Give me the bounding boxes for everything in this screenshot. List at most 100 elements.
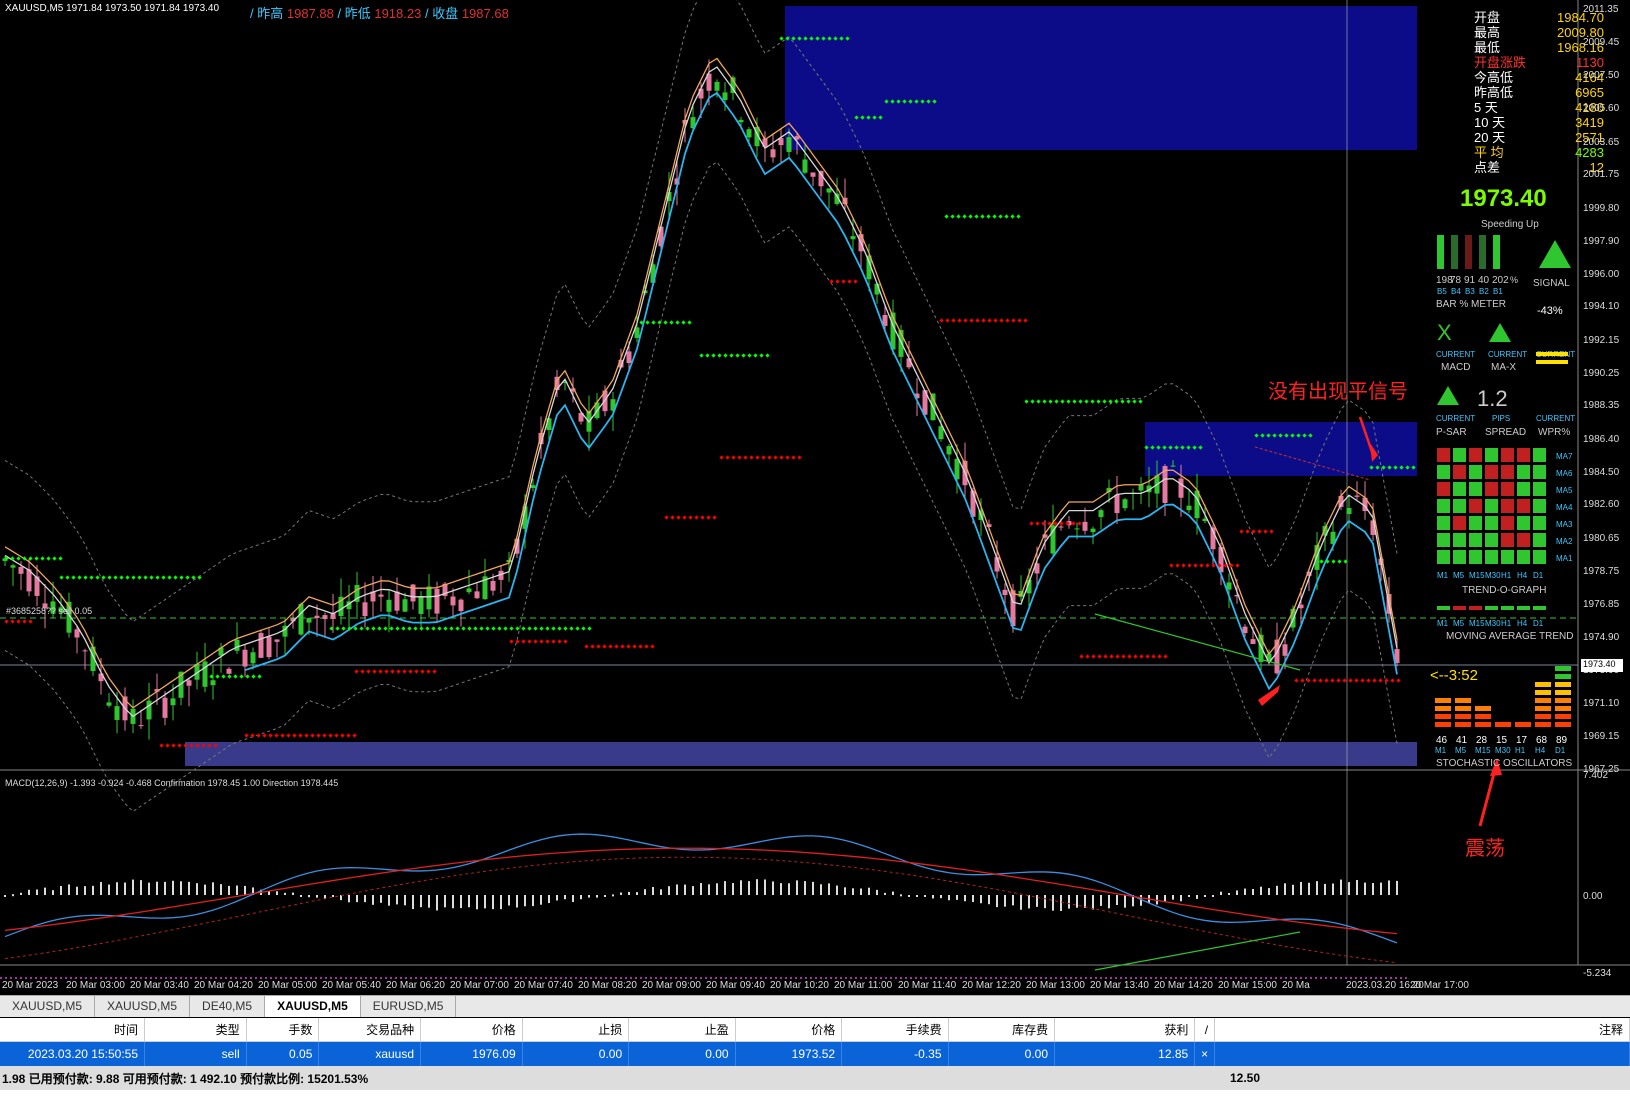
- bar-meter-label: B5: [1437, 287, 1447, 296]
- macd-histogram-bar: [508, 895, 510, 906]
- sr-dot: [46, 556, 51, 561]
- sr-dot: [420, 669, 425, 674]
- price-tick: 1990.25: [1583, 367, 1620, 379]
- macd-histogram-bar: [620, 892, 622, 895]
- chart-tab[interactable]: XAUUSD,M5: [0, 996, 96, 1017]
- macd-histogram-bar: [196, 883, 198, 895]
- sr-dot: [389, 626, 394, 631]
- macd-histogram-bar: [1388, 880, 1390, 895]
- macd-histogram-bar: [188, 881, 190, 895]
- macd-histogram-bar: [332, 895, 334, 897]
- table-header-cell[interactable]: 时间: [0, 1018, 146, 1041]
- sr-dot: [664, 515, 669, 520]
- candle-body: [698, 88, 704, 99]
- macd-label: MACD: [1441, 362, 1470, 373]
- table-header-cell[interactable]: 交易品种: [319, 1018, 422, 1041]
- sr-dot: [1005, 318, 1010, 323]
- trend-cell: [1469, 499, 1482, 513]
- sr-dot: [425, 626, 430, 631]
- chart-window[interactable]: Speeding Up 198 B5 78 B4 91 B3 40 B2 202 B1% BAR % …: [0, 0, 1630, 995]
- macd-histogram-bar: [860, 888, 862, 895]
- table-cell[interactable]: ×: [1195, 1042, 1216, 1066]
- sr-dot: [304, 733, 309, 738]
- pips-current-label: CURRENT: [1536, 414, 1575, 423]
- signal-label: SIGNAL: [1533, 278, 1570, 289]
- trend-cell: [1501, 482, 1514, 496]
- chart-tab[interactable]: XAUUSD,M5: [95, 996, 191, 1017]
- sr-dot: [316, 733, 321, 738]
- macd-histogram-bar: [1068, 895, 1070, 909]
- table-header-cell[interactable]: 止损: [523, 1018, 630, 1041]
- table-cell: 2023.03.20 15:50:55: [0, 1042, 145, 1066]
- macd-histogram-bar: [980, 895, 982, 904]
- macd-histogram-bar: [1204, 895, 1206, 897]
- stat-key: 最高: [1474, 25, 1501, 40]
- macd-histogram-bar: [516, 895, 518, 908]
- table-header-cell[interactable]: 手数: [247, 1018, 320, 1041]
- macd-histogram-bar: [1372, 883, 1374, 895]
- stoch-bar: [1475, 706, 1491, 711]
- sr-dot: [125, 575, 130, 580]
- table-header-cell[interactable]: 止盈: [629, 1018, 736, 1041]
- sr-dot: [262, 733, 267, 738]
- table-header-cell[interactable]: 价格: [421, 1018, 523, 1041]
- candle-body: [426, 586, 432, 610]
- bar-meter-bar: [1493, 235, 1500, 269]
- ma-label: MA2: [1556, 537, 1573, 546]
- macd-histogram-bar: [1124, 895, 1126, 908]
- stoch-bar: [1535, 714, 1551, 719]
- trend-cell: [1501, 465, 1514, 479]
- table-header-cell[interactable]: 库存费: [949, 1018, 1056, 1041]
- trend-cell: [1485, 448, 1498, 462]
- sr-dot: [670, 515, 675, 520]
- chart-tab[interactable]: EURUSD,M5: [361, 996, 457, 1017]
- table-header-cell[interactable]: 手续费: [842, 1018, 949, 1041]
- table-header-cell[interactable]: /: [1195, 1018, 1216, 1041]
- macd-divergence-line: [1094, 931, 1301, 971]
- ma-trend-tf-label: M30: [1485, 619, 1501, 628]
- sr-dot: [1312, 678, 1317, 683]
- table-row[interactable]: 2023.03.20 15:50:55 sell 0.05 xauusd 1976.09…: [0, 1042, 1630, 1066]
- macd-histogram-bar: [316, 895, 318, 898]
- sr-dot: [986, 214, 991, 219]
- trend-cell: [1485, 550, 1498, 564]
- sr-dot: [1035, 521, 1040, 526]
- sr-dot: [1079, 654, 1084, 659]
- macd-histogram-bar: [756, 879, 758, 895]
- macd-histogram-bar: [28, 889, 30, 895]
- table-header-cell[interactable]: 类型: [145, 1018, 247, 1041]
- sr-dot: [419, 626, 424, 631]
- chart-tab[interactable]: XAUUSD,M5: [265, 996, 361, 1017]
- table-header-cell[interactable]: 价格: [736, 1018, 843, 1041]
- sr-dot: [992, 214, 997, 219]
- price-chart[interactable]: Speeding Up198B578B491B340B2202B1%BAR % …: [0, 0, 1630, 995]
- bar-meter-bar: [1479, 235, 1486, 269]
- sr-dot: [699, 353, 704, 358]
- stat-key: 昨高低: [1474, 85, 1514, 100]
- prev-close-label: / 收盘: [424, 6, 459, 21]
- candle-body: [746, 129, 752, 138]
- sr-dot: [551, 639, 556, 644]
- sr-dot: [215, 674, 220, 679]
- trend-cell: [1453, 533, 1466, 547]
- candle-body: [170, 698, 176, 706]
- sr-dot: [694, 515, 699, 520]
- sr-dot: [998, 214, 1003, 219]
- time-tick: 20 Mar 04:20: [194, 980, 253, 991]
- trend-cell: [1453, 550, 1466, 564]
- sr-dot: [712, 515, 717, 520]
- sr-dot: [533, 626, 538, 631]
- candle-body: [466, 588, 472, 593]
- stoch-value: 46: [1436, 735, 1448, 746]
- macd-histogram-bar: [652, 886, 654, 895]
- sr-dot: [1384, 678, 1389, 683]
- table-header-cell[interactable]: 注释: [1215, 1018, 1630, 1041]
- trend-tf-label: H1: [1501, 571, 1512, 580]
- macd-histogram-bar: [1364, 882, 1366, 895]
- trend-tf-label: D1: [1533, 571, 1544, 580]
- chart-tab[interactable]: DE40,M5: [190, 996, 266, 1017]
- white-ma-line: [4, 66, 1398, 718]
- table-header-cell[interactable]: 获利: [1055, 1018, 1196, 1041]
- macd-histogram-bar: [692, 886, 694, 895]
- macd-histogram-bar: [524, 895, 526, 907]
